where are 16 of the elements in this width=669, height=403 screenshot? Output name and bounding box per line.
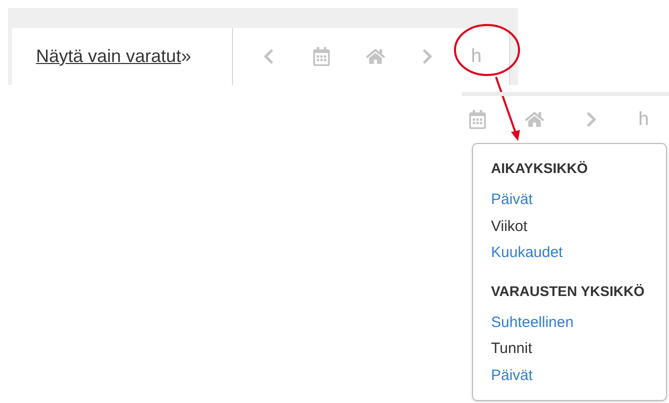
calendar-button[interactable] (468, 110, 487, 128)
menu-item[interactable]: Päivät (491, 187, 533, 214)
show-reserved-link[interactable]: Näytä vain varatut (36, 43, 182, 70)
menu-item[interactable]: Päivät (491, 362, 533, 389)
menu-item[interactable]: Tunnit (491, 336, 532, 362)
menu-item[interactable]: Kuukaudet (491, 240, 563, 266)
double-chevron-icon: » (181, 43, 192, 70)
home-button[interactable] (525, 110, 544, 128)
menu-heading: VARAUSTEN YKSIKKÖ (491, 282, 646, 300)
home-button[interactable] (366, 47, 385, 66)
highlight-circle (452, 22, 522, 78)
menu-item[interactable]: Viikot (491, 214, 528, 240)
menu-item[interactable]: Suhteellinen (491, 310, 574, 336)
calendar-button[interactable] (312, 47, 331, 66)
menu-heading: AIKAYKSIKKÖ (491, 159, 589, 178)
pointer-arrow (492, 76, 522, 142)
